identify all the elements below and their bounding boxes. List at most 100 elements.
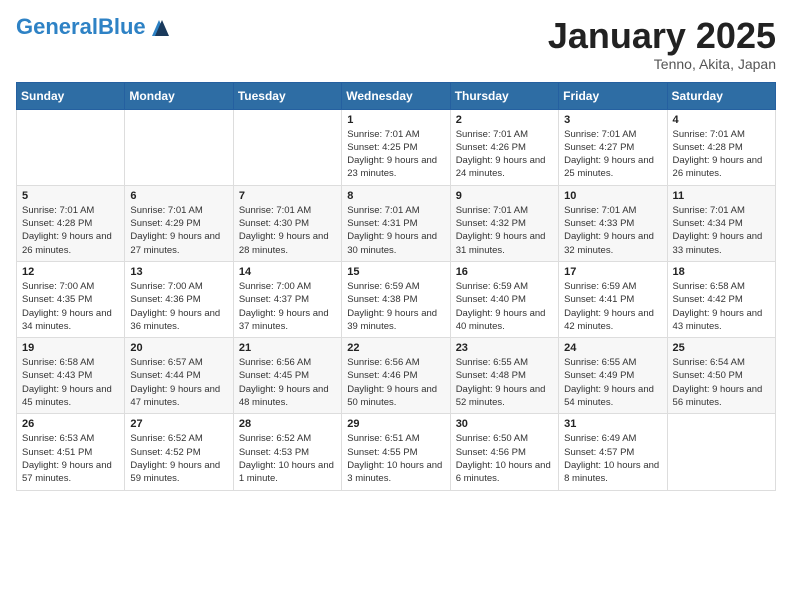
day-header-wednesday: Wednesday (342, 82, 450, 109)
day-number: 14 (239, 266, 336, 278)
calendar-cell: 9 Sunrise: 7:01 AM Sunset: 4:32 PM Daylig… (450, 185, 558, 261)
day-info: Sunrise: 7:01 AM Sunset: 4:28 PM Dayligh… (22, 204, 119, 257)
week-row-5: 26 Sunrise: 6:53 AM Sunset: 4:51 PM Dayli… (17, 414, 776, 490)
day-number: 27 (130, 418, 227, 430)
day-info: Sunrise: 6:59 AM Sunset: 4:41 PM Dayligh… (564, 280, 661, 333)
day-info: Sunrise: 7:01 AM Sunset: 4:27 PM Dayligh… (564, 128, 661, 181)
calendar-cell: 17 Sunrise: 6:59 AM Sunset: 4:41 PM Dayli… (559, 261, 667, 337)
calendar-cell: 21 Sunrise: 6:56 AM Sunset: 4:45 PM Dayli… (233, 338, 341, 414)
day-info: Sunrise: 7:01 AM Sunset: 4:29 PM Dayligh… (130, 204, 227, 257)
calendar-cell: 25 Sunrise: 6:54 AM Sunset: 4:50 PM Dayli… (667, 338, 775, 414)
day-number: 17 (564, 266, 661, 278)
day-info: Sunrise: 6:56 AM Sunset: 4:46 PM Dayligh… (347, 356, 444, 409)
day-number: 9 (456, 190, 553, 202)
calendar-cell (125, 109, 233, 185)
day-number: 7 (239, 190, 336, 202)
day-info: Sunrise: 6:59 AM Sunset: 4:40 PM Dayligh… (456, 280, 553, 333)
calendar-cell: 18 Sunrise: 6:58 AM Sunset: 4:42 PM Dayli… (667, 261, 775, 337)
day-number: 15 (347, 266, 444, 278)
logo-general: General (16, 14, 98, 39)
calendar-cell: 5 Sunrise: 7:01 AM Sunset: 4:28 PM Daylig… (17, 185, 125, 261)
calendar-cell: 23 Sunrise: 6:55 AM Sunset: 4:48 PM Dayli… (450, 338, 558, 414)
calendar-cell: 27 Sunrise: 6:52 AM Sunset: 4:52 PM Dayli… (125, 414, 233, 490)
day-info: Sunrise: 7:01 AM Sunset: 4:32 PM Dayligh… (456, 204, 553, 257)
week-row-4: 19 Sunrise: 6:58 AM Sunset: 4:43 PM Dayli… (17, 338, 776, 414)
page-header: GeneralBlue January 2025 Tenno, Akita, J… (16, 16, 776, 72)
week-row-1: 1 Sunrise: 7:01 AM Sunset: 4:25 PM Daylig… (17, 109, 776, 185)
calendar-cell: 28 Sunrise: 6:52 AM Sunset: 4:53 PM Dayli… (233, 414, 341, 490)
day-info: Sunrise: 7:01 AM Sunset: 4:28 PM Dayligh… (673, 128, 770, 181)
day-number: 19 (22, 342, 119, 354)
day-info: Sunrise: 6:58 AM Sunset: 4:42 PM Dayligh… (673, 280, 770, 333)
day-number: 26 (22, 418, 119, 430)
location: Tenno, Akita, Japan (548, 56, 776, 72)
day-number: 5 (22, 190, 119, 202)
day-number: 21 (239, 342, 336, 354)
calendar-cell: 20Sunrise: 6:57 AM Sunset: 4:44 PM Dayli… (125, 338, 233, 414)
day-info: Sunrise: 7:01 AM Sunset: 4:30 PM Dayligh… (239, 204, 336, 257)
day-info: Sunrise: 6:54 AM Sunset: 4:50 PM Dayligh… (673, 356, 770, 409)
day-info: Sunrise: 6:55 AM Sunset: 4:49 PM Dayligh… (564, 356, 661, 409)
day-info: Sunrise: 6:49 AM Sunset: 4:57 PM Dayligh… (564, 432, 661, 485)
calendar-cell: 3 Sunrise: 7:01 AM Sunset: 4:27 PM Daylig… (559, 109, 667, 185)
day-number: 13 (130, 266, 227, 278)
day-number: 12 (22, 266, 119, 278)
day-header-tuesday: Tuesday (233, 82, 341, 109)
day-number: 23 (456, 342, 553, 354)
day-number: 18 (673, 266, 770, 278)
calendar-cell: 2Sunrise: 7:01 AM Sunset: 4:26 PM Daylig… (450, 109, 558, 185)
calendar-cell: 7 Sunrise: 7:01 AM Sunset: 4:30 PM Daylig… (233, 185, 341, 261)
day-info: Sunrise: 6:51 AM Sunset: 4:55 PM Dayligh… (347, 432, 444, 485)
calendar-cell: 22 Sunrise: 6:56 AM Sunset: 4:46 PM Dayli… (342, 338, 450, 414)
calendar-cell: 24Sunrise: 6:55 AM Sunset: 4:49 PM Dayli… (559, 338, 667, 414)
calendar-table: SundayMondayTuesdayWednesdayThursdayFrid… (16, 82, 776, 491)
week-row-3: 12 Sunrise: 7:00 AM Sunset: 4:35 PM Dayli… (17, 261, 776, 337)
day-number: 29 (347, 418, 444, 430)
calendar-cell: 31Sunrise: 6:49 AM Sunset: 4:57 PM Dayli… (559, 414, 667, 490)
day-number: 11 (673, 190, 770, 202)
day-number: 1 (347, 114, 444, 126)
day-info: Sunrise: 6:55 AM Sunset: 4:48 PM Dayligh… (456, 356, 553, 409)
month-title: January 2025 (548, 16, 776, 56)
day-info: Sunrise: 6:50 AM Sunset: 4:56 PM Dayligh… (456, 432, 553, 485)
day-info: Sunrise: 7:00 AM Sunset: 4:36 PM Dayligh… (130, 280, 227, 333)
day-info: Sunrise: 7:00 AM Sunset: 4:37 PM Dayligh… (239, 280, 336, 333)
calendar-cell: 10Sunrise: 7:01 AM Sunset: 4:33 PM Dayli… (559, 185, 667, 261)
calendar-cell (667, 414, 775, 490)
day-number: 6 (130, 190, 227, 202)
day-number: 8 (347, 190, 444, 202)
calendar-cell (17, 109, 125, 185)
calendar-cell: 16Sunrise: 6:59 AM Sunset: 4:40 PM Dayli… (450, 261, 558, 337)
day-info: Sunrise: 6:58 AM Sunset: 4:43 PM Dayligh… (22, 356, 119, 409)
day-info: Sunrise: 6:56 AM Sunset: 4:45 PM Dayligh… (239, 356, 336, 409)
day-info: Sunrise: 6:52 AM Sunset: 4:53 PM Dayligh… (239, 432, 336, 485)
day-header-friday: Friday (559, 82, 667, 109)
calendar-cell: 26 Sunrise: 6:53 AM Sunset: 4:51 PM Dayli… (17, 414, 125, 490)
day-info: Sunrise: 7:01 AM Sunset: 4:25 PM Dayligh… (347, 128, 444, 181)
day-info: Sunrise: 6:52 AM Sunset: 4:52 PM Dayligh… (130, 432, 227, 485)
logo-blue: Blue (98, 14, 146, 39)
day-info: Sunrise: 6:59 AM Sunset: 4:38 PM Dayligh… (347, 280, 444, 333)
calendar-cell: 29 Sunrise: 6:51 AM Sunset: 4:55 PM Dayli… (342, 414, 450, 490)
day-info: Sunrise: 7:01 AM Sunset: 4:31 PM Dayligh… (347, 204, 444, 257)
calendar-cell: 13 Sunrise: 7:00 AM Sunset: 4:36 PM Dayli… (125, 261, 233, 337)
day-info: Sunrise: 7:01 AM Sunset: 4:33 PM Dayligh… (564, 204, 661, 257)
calendar-cell: 1 Sunrise: 7:01 AM Sunset: 4:25 PM Daylig… (342, 109, 450, 185)
day-info: Sunrise: 6:53 AM Sunset: 4:51 PM Dayligh… (22, 432, 119, 485)
day-number: 2 (456, 114, 553, 126)
day-number: 22 (347, 342, 444, 354)
days-header-row: SundayMondayTuesdayWednesdayThursdayFrid… (17, 82, 776, 109)
day-number: 28 (239, 418, 336, 430)
day-number: 4 (673, 114, 770, 126)
calendar-cell: 14 Sunrise: 7:00 AM Sunset: 4:37 PM Dayli… (233, 261, 341, 337)
calendar-cell: 12 Sunrise: 7:00 AM Sunset: 4:35 PM Dayli… (17, 261, 125, 337)
day-number: 3 (564, 114, 661, 126)
day-info: Sunrise: 7:00 AM Sunset: 4:35 PM Dayligh… (22, 280, 119, 333)
logo-text: GeneralBlue (16, 16, 146, 38)
day-number: 25 (673, 342, 770, 354)
day-header-thursday: Thursday (450, 82, 558, 109)
calendar-cell: 30Sunrise: 6:50 AM Sunset: 4:56 PM Dayli… (450, 414, 558, 490)
day-header-monday: Monday (125, 82, 233, 109)
title-block: January 2025 Tenno, Akita, Japan (548, 16, 776, 72)
calendar-cell: 19 Sunrise: 6:58 AM Sunset: 4:43 PM Dayli… (17, 338, 125, 414)
